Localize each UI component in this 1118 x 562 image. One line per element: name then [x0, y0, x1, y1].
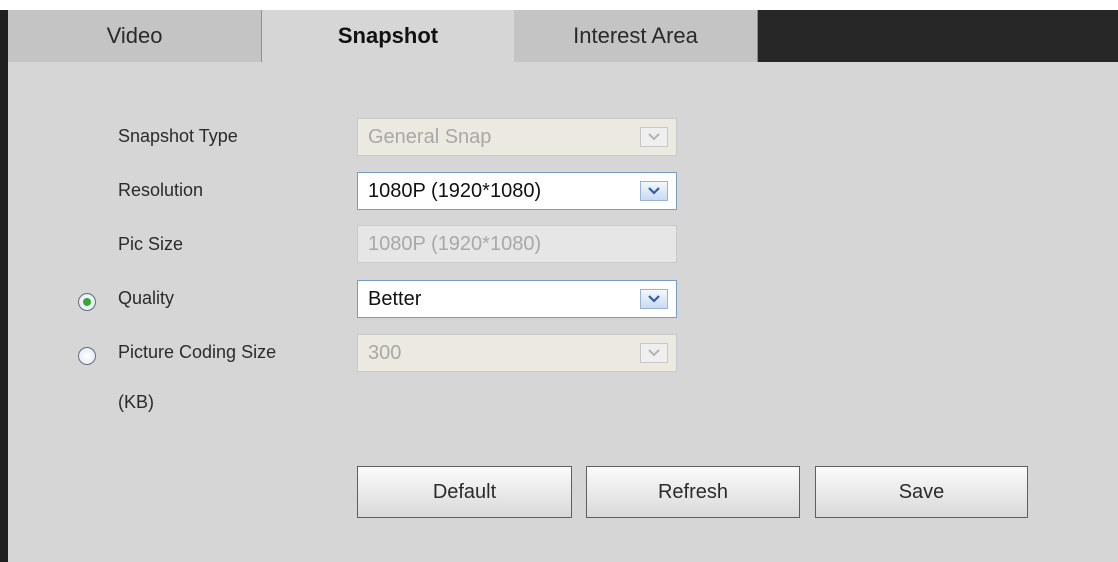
- tab-interest-area[interactable]: Interest Area: [514, 10, 758, 62]
- snapshot-type-select[interactable]: General Snap: [357, 118, 677, 156]
- picture-coding-size-value: 300: [368, 342, 402, 364]
- pic-size-field: 1080P (1920*1080): [357, 225, 677, 263]
- quality-value: Better: [368, 288, 422, 310]
- resolution-label: Resolution: [118, 180, 204, 200]
- tab-snapshot[interactable]: Snapshot: [262, 10, 514, 62]
- quality-select[interactable]: Better: [357, 280, 677, 318]
- snapshot-type-value: General Snap: [368, 126, 492, 148]
- chevron-down-icon: [640, 343, 668, 363]
- settings-panel: Video Snapshot Interest Area Snapshot Ty…: [0, 10, 1118, 562]
- refresh-button[interactable]: Refresh: [586, 466, 800, 518]
- save-button[interactable]: Save: [815, 466, 1028, 518]
- radio-selected-dot: [83, 298, 91, 306]
- picture-coding-size-radio[interactable]: [78, 347, 96, 365]
- tab-video[interactable]: Video: [8, 10, 262, 62]
- pic-size-label: Pic Size: [118, 234, 184, 254]
- quality-radio[interactable]: [78, 293, 96, 311]
- resolution-select[interactable]: 1080P (1920*1080): [357, 172, 677, 210]
- snapshot-type-label: Snapshot Type: [118, 126, 238, 146]
- default-button[interactable]: Default: [357, 466, 572, 518]
- chevron-down-icon: [640, 181, 668, 201]
- picture-coding-size-select[interactable]: 300: [357, 334, 677, 372]
- picture-coding-size-unit: (KB): [118, 392, 154, 412]
- quality-label: Quality: [118, 288, 175, 308]
- chevron-down-icon: [640, 289, 668, 309]
- resolution-value: 1080P (1920*1080): [368, 180, 542, 202]
- chevron-down-icon: [640, 127, 668, 147]
- picture-coding-size-label: Picture Coding Size: [118, 342, 277, 362]
- panel-left-border: [0, 10, 8, 562]
